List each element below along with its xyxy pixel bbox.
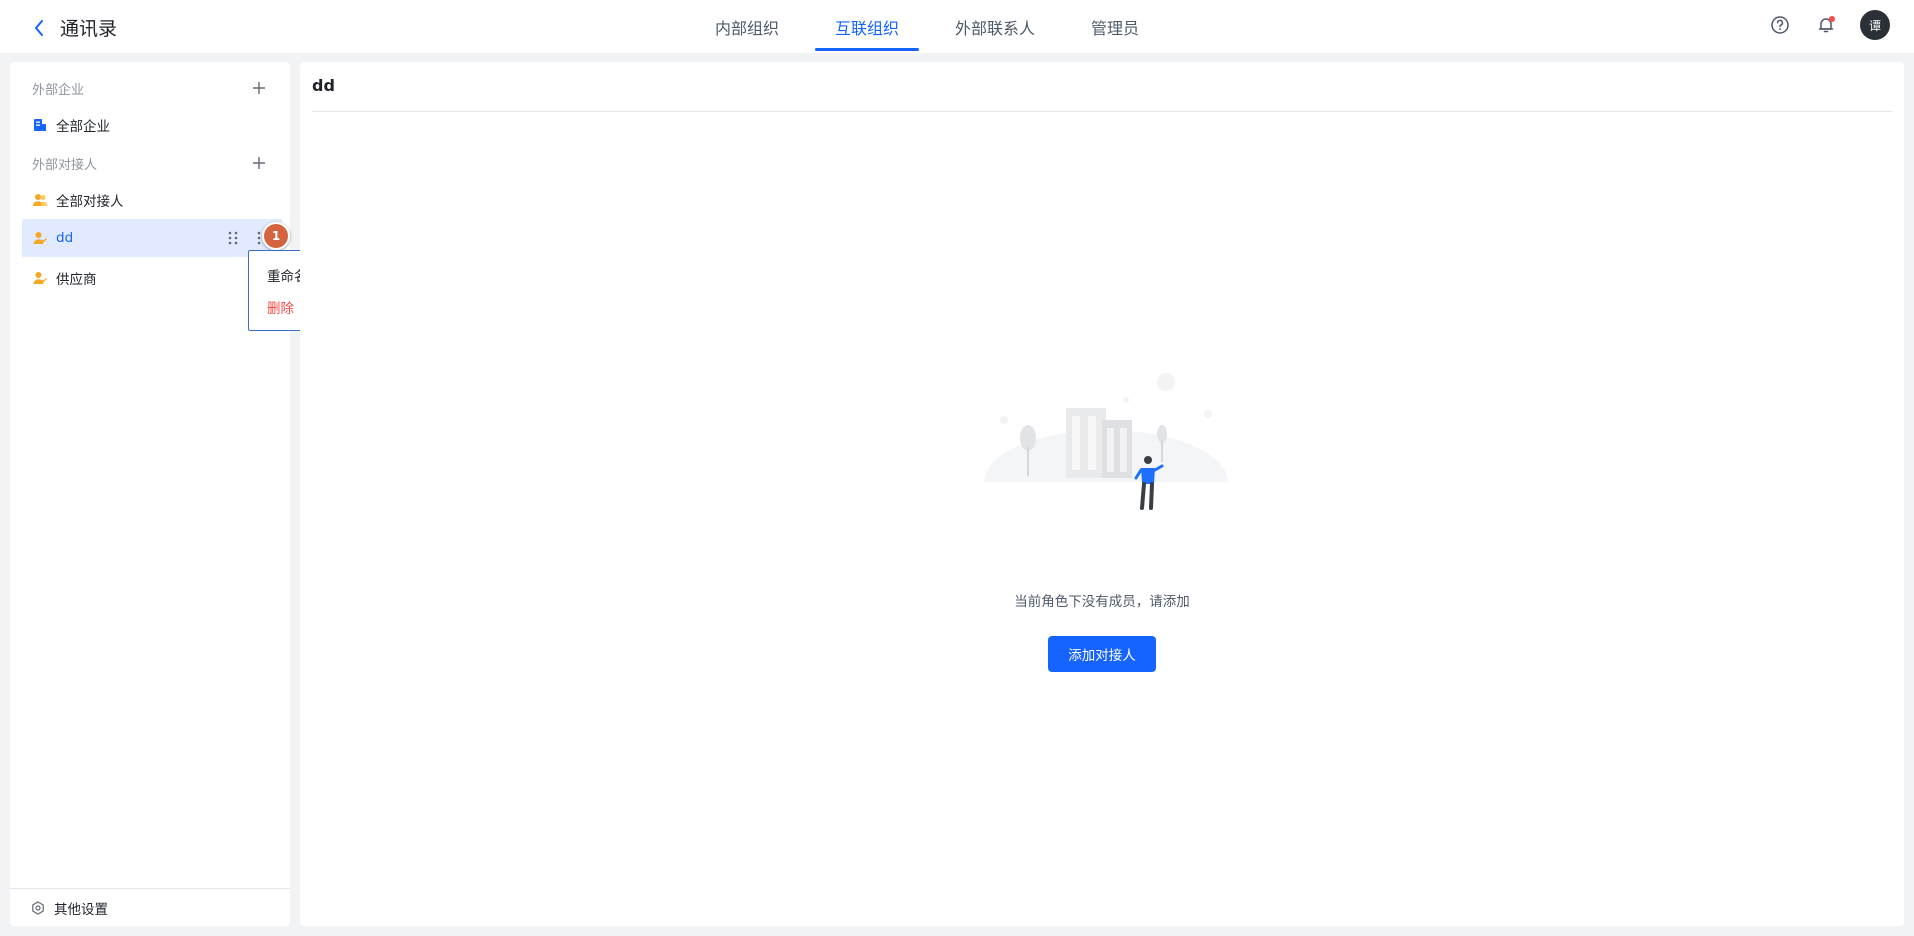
main-panel: dd 当前角色下没有成员，请添加 添加对接人 xyxy=(300,62,1904,926)
sidebar-item-label: 供应商 xyxy=(56,272,97,288)
sidebar-item-all-companies[interactable]: 全部企业 xyxy=(22,106,282,144)
tab-admins[interactable]: 管理员 xyxy=(1071,0,1159,53)
settings-icon xyxy=(30,900,46,916)
drag-handle-icon[interactable] xyxy=(226,230,240,246)
top-tabs: 内部组织 互联组织 外部联系人 管理员 xyxy=(695,0,1175,53)
add-contact-button[interactable]: 添加对接人 xyxy=(1048,636,1156,672)
step-marker-1: 1 xyxy=(262,222,290,250)
add-company-button[interactable] xyxy=(250,79,268,97)
top-header: 通讯录 内部组织 互联组织 外部联系人 管理员 谭 xyxy=(0,0,1914,53)
empty-state-text: 当前角色下没有成员，请添加 xyxy=(1014,594,1190,610)
user-icon xyxy=(32,270,48,286)
notification-dot xyxy=(1829,16,1835,22)
sidebar: 外部企业 全部企业 外部对接人 全部对接人 dd 供应商 其他设置 xyxy=(10,62,290,926)
plus-icon xyxy=(253,157,265,169)
sidebar-item-dd[interactable]: dd xyxy=(22,219,282,257)
users-icon xyxy=(32,192,48,208)
other-settings-button[interactable]: 其他设置 xyxy=(10,888,290,926)
building-icon xyxy=(32,117,48,133)
chevron-left-icon xyxy=(34,16,48,40)
sidebar-item-supplier[interactable]: 供应商 xyxy=(22,259,282,297)
divider xyxy=(312,111,1892,112)
page-title: dd xyxy=(312,76,335,95)
plus-icon xyxy=(253,82,265,94)
menu-item-delete[interactable]: 删除 xyxy=(267,297,294,317)
other-settings-label: 其他设置 xyxy=(54,901,108,918)
sidebar-item-all-contacts[interactable]: 全部对接人 xyxy=(22,181,282,219)
back-button[interactable]: 通讯录 xyxy=(34,14,117,41)
tab-internal-org[interactable]: 内部组织 xyxy=(695,0,799,53)
section-title: 外部企业 xyxy=(32,82,85,98)
section-title: 外部对接人 xyxy=(32,157,98,173)
sidebar-item-label: 全部企业 xyxy=(56,119,110,135)
empty-state-illustration xyxy=(976,373,1236,542)
avatar[interactable]: 谭 xyxy=(1860,10,1890,40)
tab-external-contacts[interactable]: 外部联系人 xyxy=(935,0,1055,53)
sidebar-item-label: dd xyxy=(56,230,74,246)
tab-connected-org[interactable]: 互联组织 xyxy=(815,0,920,53)
sidebar-item-label: 全部对接人 xyxy=(56,194,124,210)
section-external-contacts: 外部对接人 xyxy=(10,145,290,181)
app-title: 通讯录 xyxy=(60,18,118,40)
bell-icon[interactable] xyxy=(1814,13,1838,37)
header-actions: 谭 xyxy=(1768,10,1890,40)
user-icon xyxy=(32,230,48,246)
help-icon[interactable] xyxy=(1768,13,1792,37)
section-external-companies: 外部企业 xyxy=(10,70,290,106)
add-contact-group-button[interactable] xyxy=(250,154,268,172)
